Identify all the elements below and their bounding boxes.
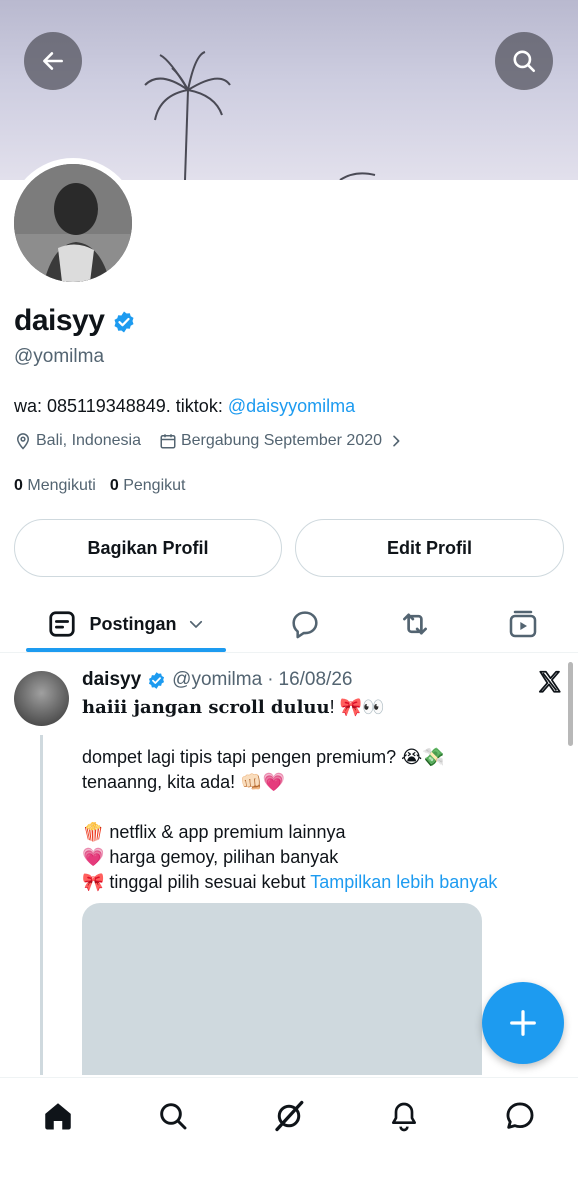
following-link[interactable]: 0 Mengikuti: [14, 477, 96, 495]
reply-bubble-icon: [292, 611, 318, 639]
posts-icon: [49, 611, 76, 637]
tab-media[interactable]: [493, 595, 553, 653]
arrow-left-icon: [43, 52, 63, 70]
nav-notifications[interactable]: [374, 1096, 434, 1136]
x-logo-icon[interactable]: [537, 669, 563, 695]
post-date[interactable]: 16/08/26: [279, 669, 353, 691]
verified-badge-icon: [114, 311, 134, 333]
profile-display-name: daisyy: [14, 304, 105, 337]
nav-search[interactable]: [143, 1096, 203, 1136]
post-author-avatar[interactable]: [14, 671, 69, 726]
calendar-icon: [160, 434, 176, 449]
post-header: daisyy @yomilma · 16/08/26: [82, 669, 352, 691]
edit-profile-button[interactable]: Edit Profil: [295, 519, 564, 577]
bottom-navigation: [0, 1077, 578, 1199]
post-separator: ·: [267, 669, 274, 690]
thread-line: [40, 735, 43, 1075]
post-body: haiii jangan scroll duluu! 🎀👀 dompet lag…: [82, 695, 562, 895]
home-icon: [45, 1103, 71, 1130]
follow-stats: 0 Mengikuti 0 Pengikut: [14, 477, 199, 495]
post-line-3: tenaanng, kita ada! 👊🏻💗: [82, 772, 285, 792]
post-line-1: haiii jangan scroll duluu: [82, 697, 330, 718]
repost-icon: [403, 613, 427, 635]
followers-label: Pengikut: [123, 477, 186, 494]
profile-location: Bali, Indonesia: [14, 432, 141, 450]
tab-posts-label: Postingan: [89, 613, 177, 634]
followers-link[interactable]: 0 Pengikut: [110, 477, 186, 495]
bio-tiktok-link[interactable]: @daisyyomilma: [228, 396, 355, 416]
joined-text: Bergabung September 2020: [180, 432, 383, 449]
palm-tree-image: [144, 51, 376, 180]
compose-post-button[interactable]: [482, 982, 564, 1064]
post-author-name[interactable]: daisyy: [82, 669, 141, 691]
search-button[interactable]: [495, 32, 553, 90]
nav-home[interactable]: [28, 1096, 88, 1136]
profile-bio: wa: 085119348849. tiktok: @daisyyomilma: [14, 396, 355, 417]
back-button[interactable]: [24, 32, 82, 90]
nav-grok[interactable]: [259, 1096, 319, 1136]
location-pin-icon: [16, 433, 30, 450]
following-count: 0: [14, 477, 23, 494]
profile-handle: @yomilma: [14, 346, 105, 367]
verified-badge-icon: [149, 671, 165, 689]
post-line-1-tail: ! 🎀👀: [329, 697, 385, 717]
profile-avatar-frame[interactable]: [8, 158, 138, 288]
avatar[interactable]: [14, 164, 132, 282]
scrollbar[interactable]: [568, 662, 573, 746]
post-line-2: dompet lagi tipis tapi pengen premium? 😭…: [82, 747, 445, 767]
chevron-right-icon: [393, 435, 400, 447]
share-profile-button[interactable]: Bagikan Profil: [14, 519, 282, 577]
followers-count: 0: [109, 477, 119, 494]
grok-icon: [275, 1100, 304, 1132]
nav-messages[interactable]: [490, 1096, 550, 1136]
post-media[interactable]: [82, 903, 482, 1075]
tab-posts[interactable]: Postingan: [26, 595, 226, 653]
media-play-icon: [509, 610, 537, 638]
profile-meta: Bali, Indonesia Bergabung September 2020: [14, 432, 426, 450]
profile-banner[interactable]: [0, 0, 578, 180]
plus-icon: [510, 1010, 536, 1036]
bio-text: wa: 085119348849. tiktok:: [14, 396, 228, 416]
show-more-link[interactable]: Tampilkan lebih banyak: [310, 872, 497, 892]
chevron-down-icon: [189, 620, 202, 628]
profile-tabs: Postingan: [0, 595, 578, 653]
tab-replies[interactable]: [275, 595, 335, 653]
search-icon: [160, 1103, 187, 1130]
profile-joined[interactable]: Bergabung September 2020: [159, 432, 408, 450]
post-author-handle: @yomilma: [172, 669, 263, 690]
following-label: Mengikuti: [27, 477, 96, 494]
tab-reposts[interactable]: [385, 595, 445, 653]
avatar-photo: [14, 164, 132, 282]
search-icon: [513, 50, 536, 73]
post-line-5: 💗 harga gemoy, pilihan banyak: [82, 847, 339, 867]
active-tab-indicator: [26, 648, 226, 652]
post-line-4: 🍿 netflix & app premium lainnya: [82, 822, 346, 842]
post-line-6: 🎀 tinggal pilih sesuai kebut: [82, 872, 311, 892]
message-bubble-icon: [506, 1102, 534, 1129]
bell-icon: [392, 1102, 416, 1132]
location-text: Bali, Indonesia: [36, 432, 141, 449]
